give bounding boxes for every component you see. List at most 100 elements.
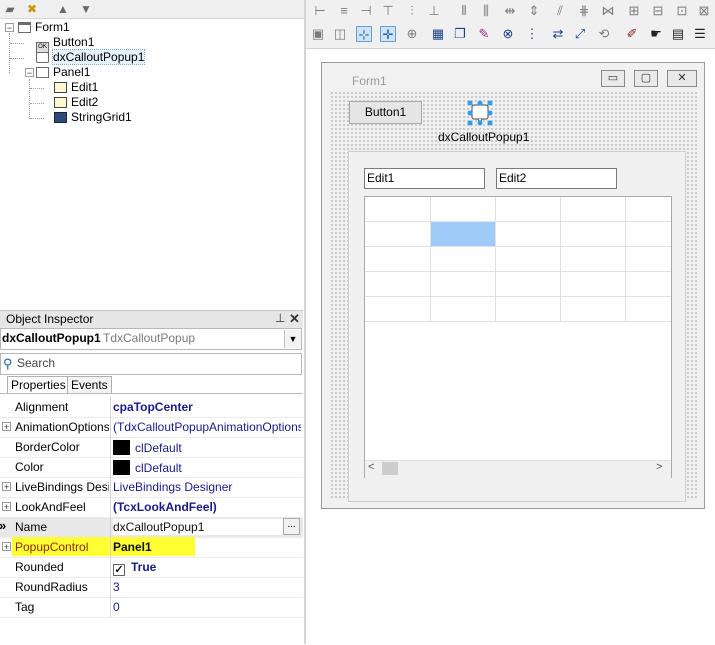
select-mode-icon[interactable]: ⊹ — [356, 26, 372, 42]
property-value[interactable]: Panel1 — [113, 540, 301, 554]
property-value[interactable]: cpaTopCenter — [113, 400, 301, 414]
grid-cell[interactable] — [365, 272, 431, 297]
scale-icon[interactable]: ⤢ — [572, 26, 588, 42]
checkbox-checked-icon[interactable]: ✓ — [113, 564, 125, 576]
property-value[interactable]: LiveBindings Designer — [113, 480, 301, 494]
align-to-grid-icon[interactable]: ⊠ — [696, 3, 712, 19]
make-same-width-icon[interactable]: ⇹ — [502, 3, 518, 19]
close-icon[interactable]: ✕ — [289, 311, 300, 327]
grid-horizontal-scrollbar[interactable] — [365, 460, 671, 478]
align-top-icon[interactable]: ⊤ — [380, 3, 396, 19]
paint-icon[interactable]: ✎ — [476, 26, 492, 42]
property-value[interactable]: (TcxLookAndFeel) — [113, 500, 301, 514]
grid-cell[interactable] — [431, 297, 496, 322]
tree-item-edit2[interactable]: Edit2 — [54, 95, 98, 110]
space-equal-vert-icon[interactable]: ⫼ — [478, 3, 494, 19]
tree-item-edit1[interactable]: Edit1 — [54, 80, 98, 95]
tree-item-panel1[interactable]: Panel1 — [36, 65, 90, 80]
scroll-right-icon[interactable]: > — [656, 461, 662, 473]
tree-collapse-panel1[interactable]: − — [25, 68, 34, 78]
expand-plus-icon[interactable]: + — [2, 542, 11, 552]
expand-plus-icon[interactable]: + — [2, 422, 11, 432]
grid-cell[interactable] — [431, 247, 496, 272]
property-row-color[interactable]: Color clDefault — [0, 457, 303, 478]
property-row-tag[interactable]: Tag 0 — [0, 597, 303, 618]
tab-properties[interactable]: Properties — [7, 376, 70, 394]
grid-cell[interactable] — [626, 297, 671, 322]
tree-item-form1[interactable]: Form1 — [18, 20, 70, 35]
align-right-icon[interactable]: ⊣ — [358, 3, 374, 19]
component-palette-icon[interactable]: ▤ — [670, 26, 686, 42]
chevron-down-icon[interactable]: ▼ — [284, 330, 301, 348]
close-button[interactable]: ✕ — [667, 70, 697, 87]
callout-popup-component[interactable] — [467, 100, 493, 126]
creation-order-icon[interactable]: ⋮ — [524, 26, 540, 42]
grid-snap-icon[interactable]: ✛ — [380, 26, 396, 42]
revert-icon[interactable]: ⟲ — [596, 26, 612, 42]
property-row-popupcontrol[interactable]: + PopupControl Panel1 — [0, 537, 303, 558]
property-value[interactable]: 0 — [113, 600, 301, 614]
edit-icon[interactable]: ✐ — [624, 26, 640, 42]
align-center-horz-icon[interactable]: ≡ — [336, 3, 352, 19]
selection-handle[interactable] — [487, 120, 493, 126]
grid-cell[interactable] — [365, 297, 431, 322]
scroll-thumb[interactable] — [382, 462, 398, 475]
property-value-container[interactable]: clDefault — [113, 440, 301, 455]
move-down-icon[interactable]: ▼ — [78, 2, 94, 16]
grid-cell[interactable] — [561, 297, 626, 322]
grid-cell[interactable] — [496, 247, 561, 272]
align-left-icon[interactable]: ⊢ — [312, 3, 328, 19]
space-equal-horz-icon[interactable]: ⫴ — [456, 3, 472, 19]
grid-cell[interactable] — [561, 197, 626, 222]
tree-item-button1[interactable]: OK Button1 — [36, 35, 94, 53]
pin-icon[interactable]: ⊥ — [275, 311, 285, 325]
property-search-input[interactable] — [17, 356, 297, 370]
grid-cell[interactable] — [431, 272, 496, 297]
property-value[interactable]: 3 — [113, 580, 301, 594]
grid-cell[interactable] — [496, 222, 561, 247]
ellipsis-button[interactable]: ... — [283, 518, 300, 535]
tree-item-stringgrid1[interactable]: StringGrid1 — [54, 110, 132, 125]
selection-handle[interactable] — [467, 100, 473, 106]
grid-cell[interactable] — [365, 247, 431, 272]
delete-component-icon[interactable]: ✖ — [24, 2, 40, 16]
property-row-alignment[interactable]: Alignment cpaTopCenter — [0, 397, 303, 418]
selection-handle[interactable] — [467, 110, 473, 116]
lock-controls-icon[interactable]: ⊕ — [404, 26, 420, 42]
property-value-container[interactable]: clDefault — [113, 460, 301, 475]
selection-handle[interactable] — [467, 120, 473, 126]
property-row-animationoptions[interactable]: + AnimationOptions (TdxCalloutPopupAnima… — [0, 417, 303, 438]
make-same-height-icon[interactable]: ⇕ — [526, 3, 542, 19]
stringgrid1-control[interactable] — [364, 196, 672, 478]
property-row-lookandfeel[interactable]: + LookAndFeel (TcxLookAndFeel) — [0, 497, 303, 518]
remove-spacing-icon[interactable]: ⋈ — [600, 3, 616, 19]
align-bottom-icon[interactable]: ⊥ — [426, 3, 442, 19]
open-icon[interactable]: ▰ — [2, 2, 18, 16]
property-row-livebindings[interactable]: + LiveBindings Designer LiveBindings Des… — [0, 477, 303, 498]
edit1-control[interactable]: Edit1 — [364, 168, 485, 189]
tab-events[interactable]: Events — [67, 376, 112, 394]
bring-to-front-icon[interactable]: ▣ — [310, 26, 326, 42]
grid-cell[interactable] — [561, 247, 626, 272]
send-to-back-icon[interactable]: ◫ — [332, 26, 348, 42]
tree-item-dxcalloutpopup1[interactable]: dxCalloutPopup1 — [36, 49, 146, 65]
grid-cell-selected[interactable] — [431, 222, 496, 247]
component-list-icon[interactable]: ☰ — [692, 26, 708, 42]
hand-icon[interactable]: ☛ — [648, 26, 664, 42]
expand-plus-icon[interactable]: + — [2, 482, 11, 492]
selection-handle[interactable] — [477, 120, 483, 126]
property-value-container[interactable]: ✓ True — [113, 560, 301, 576]
grid-cell[interactable] — [561, 222, 626, 247]
tab-order-icon[interactable]: ⊗ — [500, 26, 516, 42]
grid-cell[interactable] — [365, 197, 431, 222]
increase-spacing-icon[interactable]: ⫽ — [552, 3, 568, 19]
table-icon[interactable]: ▦ — [430, 26, 446, 42]
move-up-icon[interactable]: ▲ — [55, 2, 71, 16]
grid-cell[interactable] — [626, 247, 671, 272]
grid-cell[interactable] — [626, 222, 671, 247]
tree-collapse-form1[interactable]: − — [5, 23, 14, 33]
expand-plus-icon[interactable]: + — [2, 502, 11, 512]
edit2-control[interactable]: Edit2 — [496, 168, 617, 189]
grid-cell[interactable] — [431, 197, 496, 222]
maximize-button[interactable]: ▢ — [634, 70, 658, 87]
